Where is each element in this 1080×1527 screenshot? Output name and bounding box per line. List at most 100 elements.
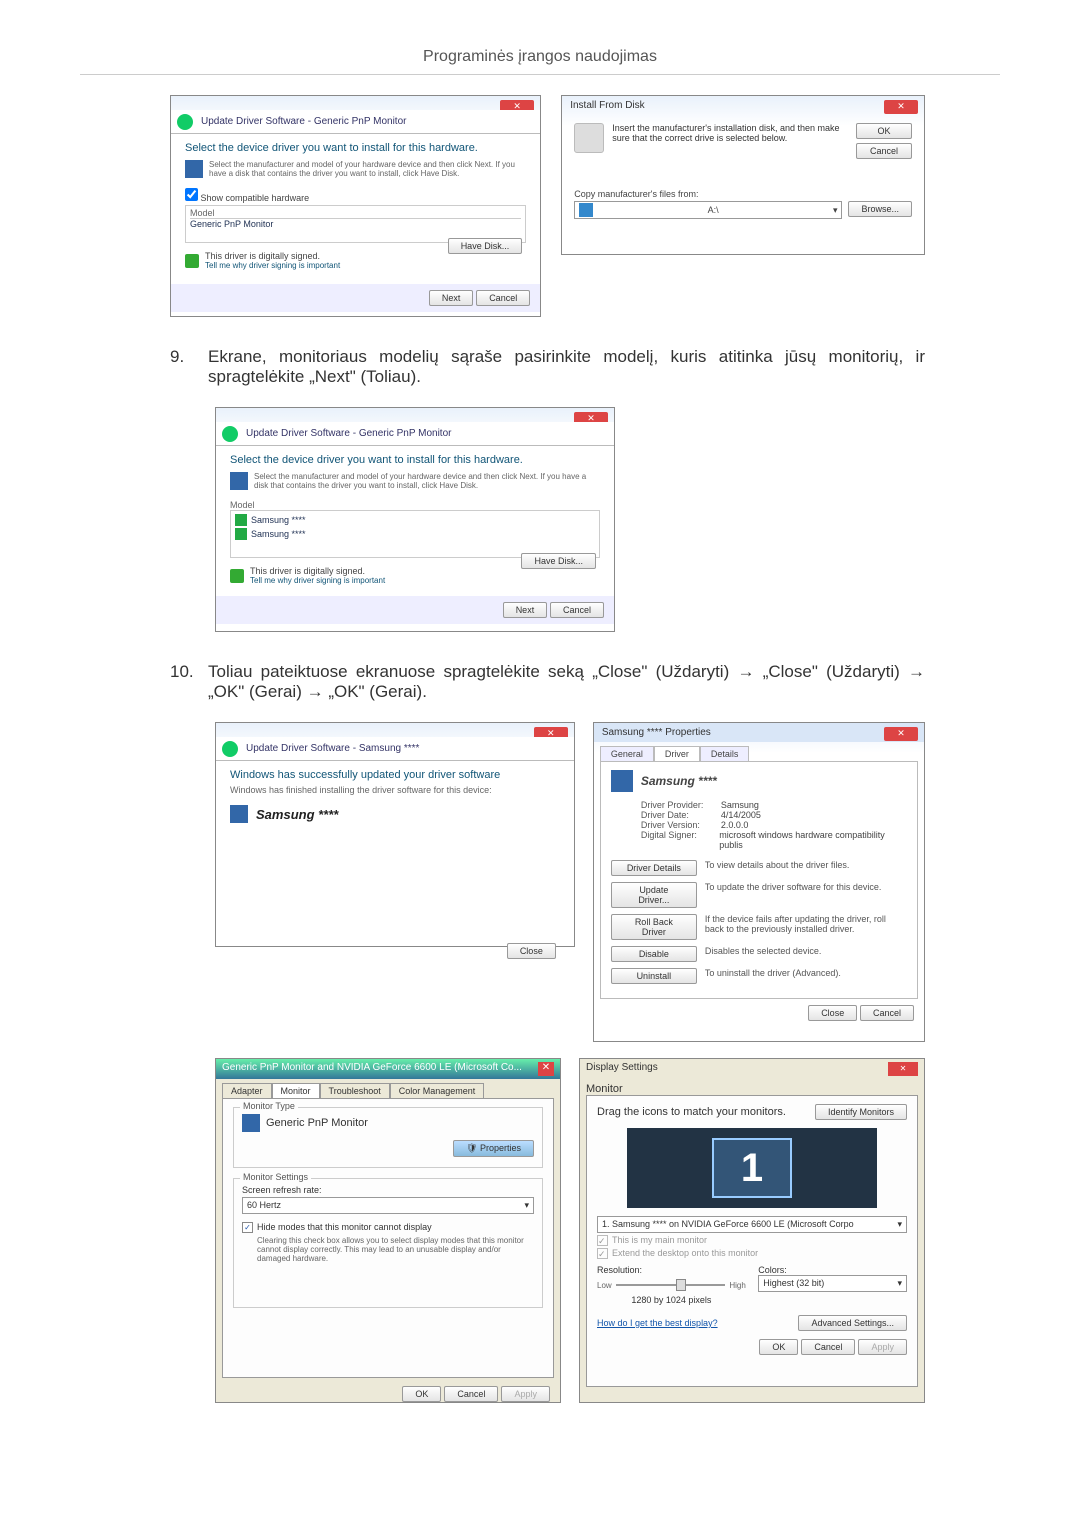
dialog-title: Install From Disk xyxy=(562,96,924,115)
device-icon xyxy=(235,528,247,540)
dialog-subtext: Windows has finished installing the driv… xyxy=(216,785,574,795)
shield-icon xyxy=(230,569,244,583)
monitor-icon xyxy=(611,770,633,792)
uninstall-button[interactable]: Uninstall xyxy=(611,968,697,984)
path-combobox[interactable]: A:\ ▾ xyxy=(574,201,842,219)
tab-troubleshoot[interactable]: Troubleshoot xyxy=(320,1083,390,1098)
chevron-down-icon[interactable]: ▾ xyxy=(897,1278,902,1289)
advanced-settings-button[interactable]: Advanced Settings... xyxy=(798,1315,907,1331)
update-driver-select-dialog: ✕ Update Driver Software - Generic PnP M… xyxy=(170,95,541,317)
step-9: 9. Ekrane, monitoriaus modelių sąraše pa… xyxy=(170,347,925,387)
monitor-select[interactable]: 1. Samsung **** on NVIDIA GeForce 6600 L… xyxy=(597,1216,907,1233)
cancel-button[interactable]: Cancel xyxy=(856,143,912,159)
dialog-title: Update Driver Software - Generic PnP Mon… xyxy=(171,110,540,134)
chevron-down-icon[interactable]: ▾ xyxy=(897,1219,902,1230)
cancel-button[interactable]: Cancel xyxy=(860,1005,914,1021)
disk-icon xyxy=(574,123,604,153)
identify-monitors-button[interactable]: Identify Monitors xyxy=(815,1104,907,1120)
step-10: 10. Toliau pateiktuose ekranuose spragte… xyxy=(170,662,925,702)
show-compatible-checkbox[interactable] xyxy=(185,188,198,201)
dialog-subtext: Select the manufacturer and model of you… xyxy=(254,472,600,490)
cancel-button[interactable]: Cancel xyxy=(476,290,530,306)
dialog-title: Samsung **** Properties xyxy=(594,723,924,742)
extend-desktop-checkbox: ✓ xyxy=(597,1248,608,1259)
apply-button[interactable]: Apply xyxy=(501,1386,550,1402)
browse-button[interactable]: Browse... xyxy=(848,201,912,217)
resolution-value: 1280 by 1024 pixels xyxy=(597,1295,746,1305)
update-driver-model-dialog: ✕ Update Driver Software - Generic PnP M… xyxy=(215,407,615,632)
ok-button[interactable]: OK xyxy=(759,1339,798,1355)
tab-general[interactable]: General xyxy=(600,746,654,761)
drag-label: Drag the icons to match your monitors. xyxy=(597,1106,786,1118)
dialog-heading: Windows has successfully updated your dr… xyxy=(216,761,574,785)
slider-thumb[interactable] xyxy=(676,1279,686,1291)
tab-color[interactable]: Color Management xyxy=(390,1083,485,1098)
tab-driver[interactable]: Driver xyxy=(654,746,700,761)
update-driver-button[interactable]: Update Driver... xyxy=(611,882,697,908)
colors-label: Colors: xyxy=(758,1265,907,1275)
device-name: Samsung **** xyxy=(641,774,717,788)
close-icon[interactable]: ✕ xyxy=(884,100,918,114)
cancel-button[interactable]: Cancel xyxy=(801,1339,855,1355)
resolution-label: Resolution: xyxy=(597,1265,746,1275)
shield-icon xyxy=(185,254,199,268)
rollback-driver-button[interactable]: Roll Back Driver xyxy=(611,914,697,940)
close-button[interactable]: Close xyxy=(507,943,556,959)
monitor-properties-dialog: ✕ Samsung **** Properties General Driver… xyxy=(593,722,925,1042)
apply-button[interactable]: Apply xyxy=(858,1339,907,1355)
refresh-rate-label: Screen refresh rate: xyxy=(242,1185,534,1195)
chevron-down-icon[interactable]: ▾ xyxy=(833,205,838,216)
model-item[interactable]: Generic PnP Monitor xyxy=(190,219,521,229)
monitor-icon xyxy=(230,805,248,823)
cancel-button[interactable]: Cancel xyxy=(444,1386,498,1402)
monitor-name: Generic PnP Monitor xyxy=(266,1117,368,1129)
colors-select[interactable]: Highest (32 bit)▾ xyxy=(758,1275,907,1292)
tab-monitor[interactable]: Monitor xyxy=(586,1083,623,1095)
disk-icon xyxy=(185,160,203,178)
dialog-heading: Select the device driver you want to ins… xyxy=(185,142,526,154)
dialog-title: Display Settings xyxy=(586,1062,658,1076)
install-from-disk-dialog: ✕ Install From Disk Insert the manufactu… xyxy=(561,95,925,255)
monitor-preview[interactable]: 1 xyxy=(627,1128,877,1208)
cancel-button[interactable]: Cancel xyxy=(550,602,604,618)
tab-details[interactable]: Details xyxy=(700,746,750,761)
tab-monitor[interactable]: Monitor xyxy=(272,1083,320,1098)
model-item[interactable]: Samsung **** xyxy=(235,513,595,527)
driver-details-button[interactable]: Driver Details xyxy=(611,860,697,876)
next-button[interactable]: Next xyxy=(503,602,548,618)
floppy-icon xyxy=(579,203,593,217)
dialog-message: Insert the manufacturer's installation d… xyxy=(612,123,848,159)
display-settings-dialog: Display Settings ✕ Monitor Drag the icon… xyxy=(579,1058,925,1403)
main-monitor-checkbox: ✓ xyxy=(597,1235,608,1246)
monitor-icon xyxy=(242,1114,260,1132)
close-icon[interactable]: ✕ xyxy=(884,727,918,741)
dialog-title: Generic PnP Monitor and NVIDIA GeForce 6… xyxy=(222,1062,522,1076)
disable-button[interactable]: Disable xyxy=(611,946,697,962)
have-disk-button[interactable]: Have Disk... xyxy=(521,553,596,569)
signing-link[interactable]: Tell me why driver signing is important xyxy=(205,261,340,270)
back-icon[interactable] xyxy=(222,741,238,757)
model-item[interactable]: Samsung **** xyxy=(235,527,595,541)
close-button[interactable]: Close xyxy=(808,1005,857,1021)
close-icon[interactable]: ✕ xyxy=(538,1062,554,1076)
ok-button[interactable]: OK xyxy=(856,123,912,139)
monitor-1-icon[interactable]: 1 xyxy=(712,1138,792,1198)
monitor-adapter-dialog: Generic PnP Monitor and NVIDIA GeForce 6… xyxy=(215,1058,561,1403)
properties-button[interactable]: 🛡 Properties xyxy=(453,1140,534,1157)
have-disk-button[interactable]: Have Disk... xyxy=(448,238,523,254)
close-icon[interactable]: ✕ xyxy=(888,1062,918,1076)
chevron-down-icon[interactable]: ▾ xyxy=(524,1200,529,1211)
dialog-subtext: Select the manufacturer and model of you… xyxy=(209,160,526,178)
refresh-rate-select[interactable]: 60 Hertz▾ xyxy=(242,1197,534,1214)
dialog-title: Update Driver Software - Generic PnP Mon… xyxy=(216,422,614,446)
hide-modes-checkbox[interactable]: ✓ xyxy=(242,1222,253,1233)
ok-button[interactable]: OK xyxy=(402,1386,441,1402)
copy-from-label: Copy manufacturer's files from: xyxy=(574,189,912,199)
tab-adapter[interactable]: Adapter xyxy=(222,1083,272,1098)
signing-link[interactable]: Tell me why driver signing is important xyxy=(250,576,385,585)
page-title: Programinės įrangos naudojimas xyxy=(80,0,1000,75)
best-display-link[interactable]: How do I get the best display? xyxy=(597,1318,718,1328)
next-button[interactable]: Next xyxy=(429,290,474,306)
resolution-slider[interactable]: Low High xyxy=(597,1275,746,1295)
model-list[interactable]: Samsung **** Samsung **** xyxy=(230,510,600,558)
